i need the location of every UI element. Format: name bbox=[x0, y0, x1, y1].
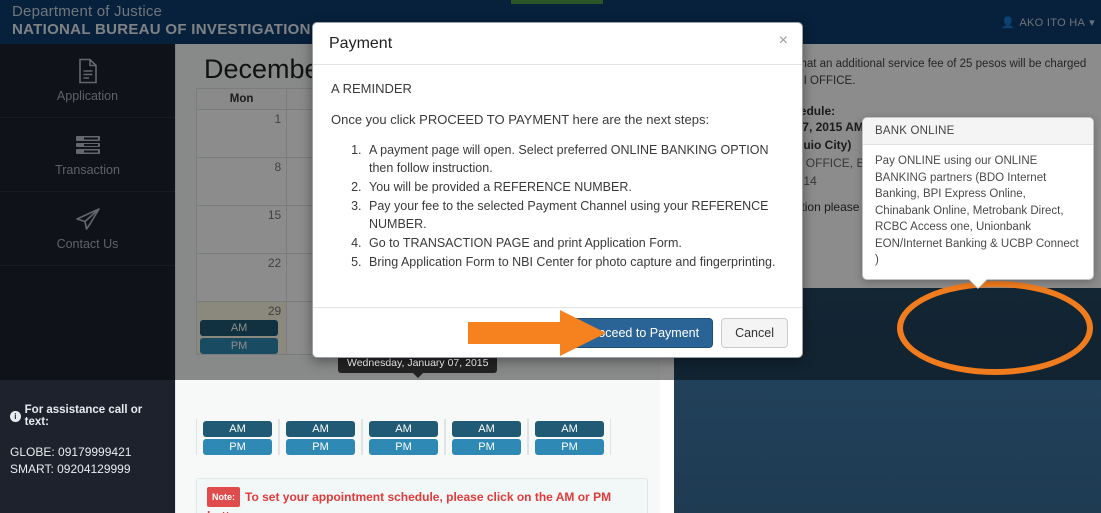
slot-am-button[interactable]: AM bbox=[203, 421, 272, 437]
modal-step: Pay your fee to the selected Payment Cha… bbox=[365, 197, 784, 233]
slot-am-button[interactable]: AM bbox=[369, 421, 438, 437]
calendar-cell[interactable]: AM PM bbox=[196, 419, 279, 455]
sidebar-item-application[interactable]: Application bbox=[0, 44, 175, 118]
calendar-cell[interactable]: AM PM bbox=[445, 419, 528, 455]
slot-am-button[interactable]: AM bbox=[535, 421, 604, 437]
chevron-down-icon: ▾ bbox=[1089, 17, 1095, 29]
day-number: 29 bbox=[267, 304, 282, 318]
user-menu[interactable]: 👤 AKO ITO HA ▾ bbox=[1001, 16, 1095, 30]
building-icon bbox=[982, 299, 1006, 332]
close-icon[interactable]: × bbox=[779, 33, 788, 49]
assistance-title: For assistance call or text: bbox=[24, 404, 143, 428]
bank-online-popover: BANK ONLINE Pay ONLINE using our ONLINE … bbox=[862, 117, 1094, 288]
calendar-instruction-note: Note: To set your appointment schedule, p… bbox=[196, 478, 648, 513]
slot-am-button[interactable]: AM bbox=[286, 421, 355, 437]
sidebar: Application Transaction Contact Us i For… bbox=[0, 44, 175, 513]
calendar-cell[interactable]: AM PM bbox=[528, 419, 611, 455]
page-root: Please be informed that an additional se… bbox=[0, 0, 1101, 513]
modal-step: Bring Application Form to NBI Center for… bbox=[365, 253, 784, 271]
modal-step: A payment page will open. Select preferr… bbox=[365, 141, 784, 177]
slot-am-button[interactable]: AM bbox=[452, 421, 521, 437]
calendar-cell[interactable]: AM PM bbox=[279, 419, 362, 455]
calendar-cell[interactable]: 29 AM PM bbox=[195, 301, 288, 355]
day-number: 22 bbox=[267, 256, 282, 270]
modal-steps-list: A payment page will open. Select preferr… bbox=[365, 141, 784, 271]
modal-intro-text: Once you click PROCEED TO PAYMENT here a… bbox=[331, 112, 710, 127]
sidebar-item-label: Application bbox=[56, 89, 119, 103]
note-badge: Note: bbox=[207, 487, 240, 507]
sidebar-item-label: Transaction bbox=[55, 163, 120, 177]
slot-pm-button[interactable]: PM bbox=[203, 439, 272, 455]
user-icon: 👤 bbox=[1001, 17, 1016, 29]
popover-arrow-icon bbox=[969, 278, 987, 288]
assistance-smart: SMART: 09204129999 bbox=[10, 462, 131, 476]
modal-step: You will be provided a REFERENCE NUMBER. bbox=[365, 178, 784, 196]
user-name: AKO ITO HA bbox=[1019, 16, 1086, 29]
header-department: Department of Justice bbox=[12, 3, 163, 20]
modal-step: Go to TRANSACTION PAGE and print Applica… bbox=[365, 234, 784, 252]
modal-header: Payment × bbox=[313, 23, 802, 65]
sidebar-item-contact-us[interactable]: Contact Us bbox=[0, 192, 175, 266]
day-number: 1 bbox=[274, 112, 282, 126]
day-number: 8 bbox=[274, 160, 282, 174]
note-text: To set your appointment schedule, please… bbox=[207, 490, 612, 513]
calendar-cell[interactable]: 22 bbox=[195, 253, 288, 302]
modal-title: Payment bbox=[329, 34, 393, 52]
payment-card-subtitle: 1sang Bayad Ka lang bbox=[945, 352, 1043, 364]
day-number: 15 bbox=[267, 208, 282, 222]
cancel-button[interactable]: Cancel bbox=[721, 317, 788, 348]
modal-footer: Proceed to Payment Cancel bbox=[313, 307, 802, 357]
slot-pm-button[interactable]: PM bbox=[369, 439, 438, 455]
calendar-cell[interactable]: 1 bbox=[195, 109, 288, 158]
assistance-numbers: GLOBE: 09179999421 SMART: 09204129999 bbox=[10, 444, 165, 478]
proceed-to-payment-button[interactable]: Proceed to Payment bbox=[571, 317, 714, 348]
payment-modal: Payment × A REMINDER Once you click PROC… bbox=[312, 22, 803, 358]
modal-body: A REMINDER Once you click PROCEED TO PAY… bbox=[313, 65, 802, 307]
slot-am-button[interactable]: AM bbox=[200, 320, 279, 336]
assistance-title-row: i For assistance call or text: bbox=[10, 404, 165, 428]
assistance-globe: GLOBE: 09179999421 bbox=[10, 445, 132, 459]
payment-card-bayad-center[interactable]: BAYAD CENTER 1sang Bayad Ka lang bbox=[894, 288, 1094, 374]
calendar-cell[interactable]: AM PM bbox=[362, 419, 445, 455]
info-icon: i bbox=[10, 410, 21, 422]
paper-plane-icon bbox=[75, 206, 101, 232]
top-green-accent bbox=[511, 0, 603, 4]
header-agency: NATIONAL BUREAU OF INVESTIGATION bbox=[12, 21, 311, 38]
popover-title: BANK ONLINE bbox=[863, 118, 1093, 145]
payment-card-title: BAYAD CENTER bbox=[941, 335, 1047, 351]
sidebar-item-transaction[interactable]: Transaction bbox=[0, 118, 175, 192]
slot-pm-button[interactable]: PM bbox=[200, 338, 279, 354]
list-icon bbox=[75, 132, 101, 158]
popover-body: Pay ONLINE using our ONLINE BANKING part… bbox=[875, 155, 1079, 266]
sidebar-item-label: Contact Us bbox=[56, 237, 119, 251]
slot-pm-button[interactable]: PM bbox=[452, 439, 521, 455]
calendar-cell[interactable]: 8 bbox=[195, 157, 288, 206]
document-icon bbox=[77, 58, 99, 84]
calendar-cell[interactable]: 15 bbox=[195, 205, 288, 254]
slot-pm-button[interactable]: PM bbox=[286, 439, 355, 455]
assistance-block: i For assistance call or text: GLOBE: 09… bbox=[0, 404, 175, 478]
calendar-day-header: Mon bbox=[195, 88, 288, 110]
calendar-next-week-strip: AM PM AM PM AM PM AM PM AM PM bbox=[196, 419, 648, 455]
slot-pm-button[interactable]: PM bbox=[535, 439, 604, 455]
modal-reminder-heading: A REMINDER bbox=[331, 81, 412, 96]
